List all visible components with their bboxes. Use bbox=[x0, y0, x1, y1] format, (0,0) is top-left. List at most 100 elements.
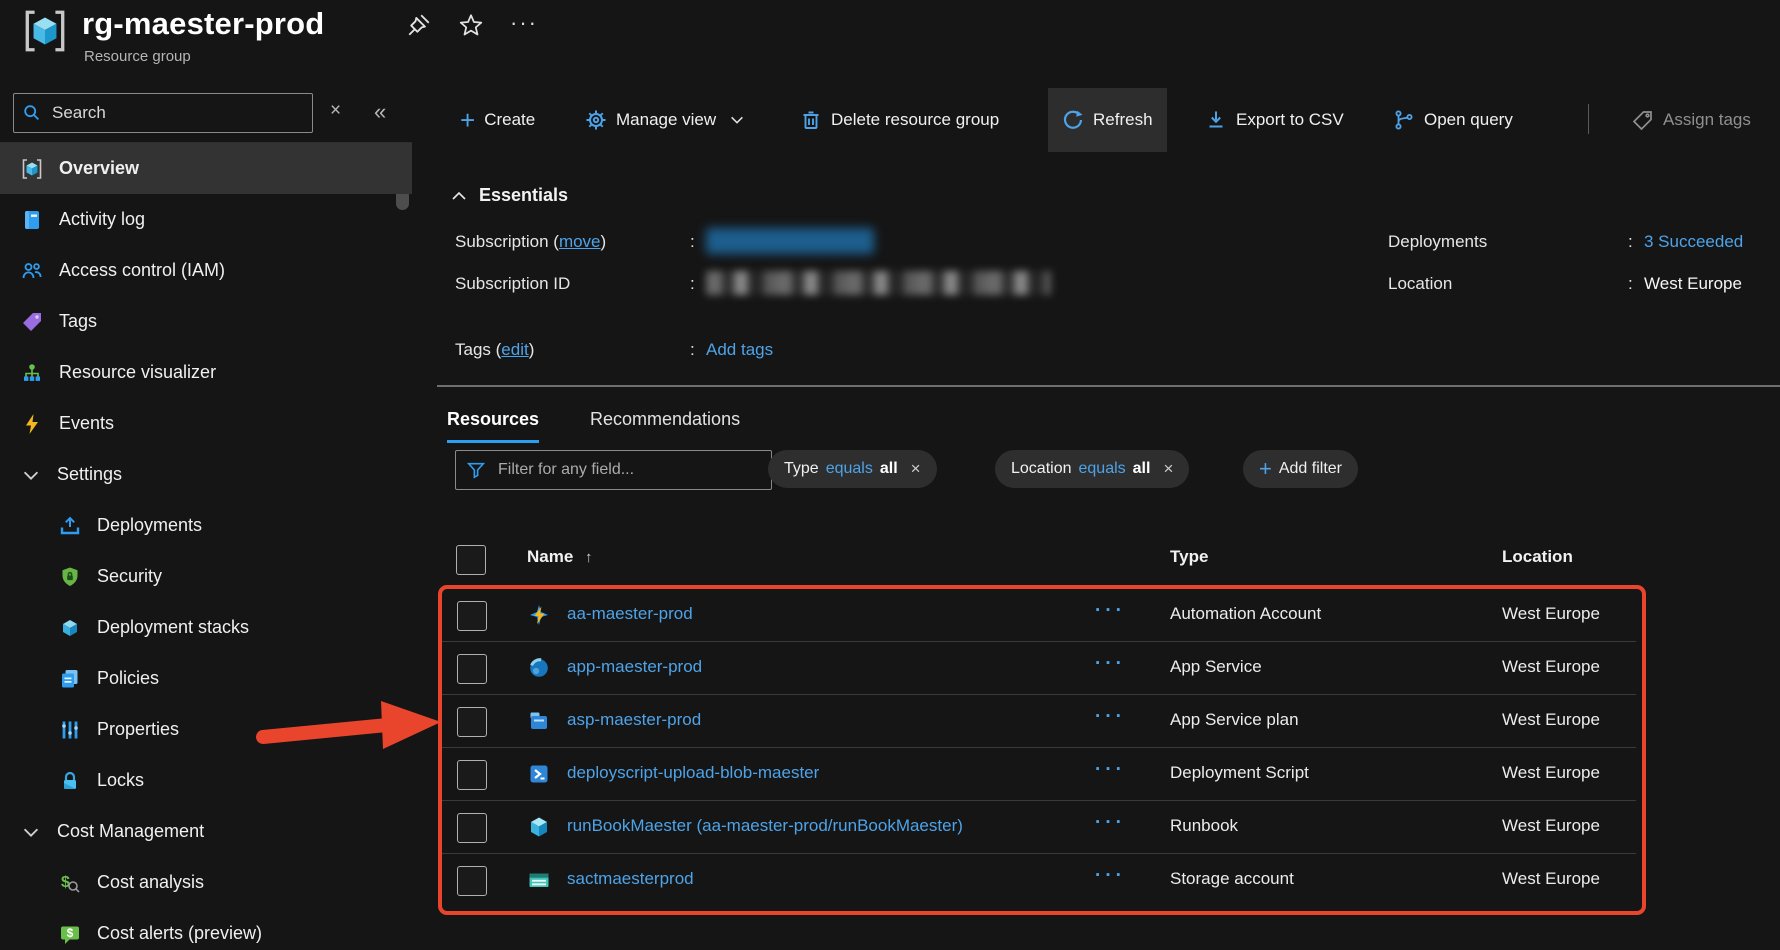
row-checkbox[interactable] bbox=[457, 813, 487, 843]
filter-field[interactable] bbox=[455, 450, 772, 490]
policies-icon bbox=[58, 667, 82, 691]
add-tags-link[interactable]: Add tags bbox=[706, 340, 773, 360]
security-icon bbox=[58, 565, 82, 589]
sidebar-menu: Overview Activity log Acc bbox=[0, 142, 412, 950]
sidebar-item-locks[interactable]: Locks bbox=[0, 755, 412, 806]
sidebar-item-access-control[interactable]: Access control (IAM) bbox=[0, 245, 412, 296]
move-link[interactable]: move bbox=[559, 232, 601, 251]
tab-resources[interactable]: Resources bbox=[447, 398, 539, 443]
chevron-up-icon bbox=[450, 188, 468, 204]
sidebar-item-properties[interactable]: Properties bbox=[0, 704, 412, 755]
table-row[interactable]: app-maester-prod ··· App Service West Eu… bbox=[440, 641, 1636, 695]
resource-location: West Europe bbox=[1502, 604, 1600, 624]
sidebar-item-cost-analysis[interactable]: $ Cost analysis bbox=[0, 857, 412, 908]
resource-link[interactable]: aa-maester-prod bbox=[567, 604, 693, 624]
delete-resource-group-button[interactable]: Delete resource group bbox=[800, 88, 999, 152]
row-menu-icon[interactable]: ··· bbox=[1095, 812, 1126, 834]
pin-icon[interactable] bbox=[406, 12, 432, 38]
row-menu-icon[interactable]: ··· bbox=[1095, 759, 1126, 781]
sidebar-item-security[interactable]: Security bbox=[0, 551, 412, 602]
star-icon[interactable] bbox=[458, 12, 484, 38]
table-row[interactable]: asp-maester-prod ··· App Service plan We… bbox=[440, 694, 1636, 748]
remove-filter-icon[interactable]: × bbox=[1163, 459, 1173, 479]
assign-tags-button[interactable]: Assign tags bbox=[1632, 88, 1751, 152]
add-filter-button[interactable]: + Add filter bbox=[1243, 450, 1358, 488]
row-checkbox[interactable] bbox=[457, 760, 487, 790]
export-to-csv-button[interactable]: Export to CSV bbox=[1205, 88, 1344, 152]
row-menu-icon[interactable]: ··· bbox=[1095, 865, 1126, 887]
table-row[interactable]: aa-maester-prod ··· Automation Account W… bbox=[440, 588, 1636, 642]
filter-input[interactable] bbox=[496, 460, 761, 480]
locks-icon bbox=[58, 769, 82, 793]
sidebar-item-label: Resource visualizer bbox=[59, 362, 216, 383]
subscription-label: Subscription (move) bbox=[455, 232, 606, 252]
colon: : bbox=[690, 232, 695, 252]
select-all-checkbox[interactable] bbox=[456, 545, 486, 575]
app-service-plan-icon bbox=[528, 710, 550, 732]
row-menu-icon[interactable]: ··· bbox=[1095, 706, 1126, 728]
sidebar-item-overview[interactable]: Overview bbox=[0, 143, 412, 194]
row-menu-icon[interactable]: ··· bbox=[1095, 653, 1126, 675]
search-input[interactable] bbox=[50, 102, 304, 124]
sidebar-item-activity-log[interactable]: Activity log bbox=[0, 194, 412, 245]
resource-location: West Europe bbox=[1502, 816, 1600, 836]
column-header-location[interactable]: Location bbox=[1502, 547, 1573, 567]
row-checkbox[interactable] bbox=[457, 866, 487, 896]
resource-link[interactable]: asp-maester-prod bbox=[567, 710, 701, 730]
essentials-toggle[interactable]: Essentials bbox=[450, 185, 568, 206]
sidebar-item-label: Overview bbox=[59, 158, 139, 179]
deployments-succeeded-link[interactable]: 3 Succeeded bbox=[1644, 232, 1743, 252]
manage-view-button[interactable]: Manage view bbox=[585, 88, 745, 152]
resource-type: Deployment Script bbox=[1170, 763, 1309, 783]
sidebar-group-settings[interactable]: Settings bbox=[0, 449, 412, 500]
sidebar-group-cost-management[interactable]: Cost Management bbox=[0, 806, 412, 857]
sidebar-search[interactable] bbox=[13, 93, 313, 133]
refresh-button[interactable]: Refresh bbox=[1048, 88, 1167, 152]
chevron-down-icon bbox=[20, 821, 42, 843]
row-checkbox[interactable] bbox=[457, 654, 487, 684]
sidebar-item-tags[interactable]: Tags bbox=[0, 296, 412, 347]
colon: : bbox=[690, 340, 695, 360]
open-query-button[interactable]: Open query bbox=[1393, 88, 1513, 152]
more-icon[interactable]: ··· bbox=[510, 18, 538, 28]
resource-link[interactable]: app-maester-prod bbox=[567, 657, 702, 677]
filter-pill-type[interactable]: Type equals all × bbox=[768, 450, 937, 488]
subscription-id-label: Subscription ID bbox=[455, 274, 570, 294]
activity-log-icon bbox=[20, 208, 44, 232]
sidebar-item-policies[interactable]: Policies bbox=[0, 653, 412, 704]
search-clear-icon[interactable]: × bbox=[330, 100, 341, 122]
remove-filter-icon[interactable]: × bbox=[911, 459, 921, 479]
table-row[interactable]: runBookMaester (aa-maester-prod/runBookM… bbox=[440, 800, 1636, 854]
filter-pill-location[interactable]: Location equals all × bbox=[995, 450, 1189, 488]
row-menu-icon[interactable]: ··· bbox=[1095, 600, 1126, 622]
page-subtitle: Resource group bbox=[84, 48, 191, 65]
row-checkbox[interactable] bbox=[457, 601, 487, 631]
sidebar-item-label: Locks bbox=[97, 770, 144, 791]
sidebar-item-label: Tags bbox=[59, 311, 97, 332]
table-row[interactable]: sactmaesterprod ··· Storage account West… bbox=[440, 853, 1636, 907]
sidebar-item-label: Properties bbox=[97, 719, 179, 740]
plus-icon: + bbox=[1259, 459, 1272, 479]
column-header-name[interactable]: Name ↑ bbox=[527, 547, 593, 567]
sidebar-item-events[interactable]: Events bbox=[0, 398, 412, 449]
sidebar-item-label: Deployments bbox=[97, 515, 202, 536]
tab-recommendations[interactable]: Recommendations bbox=[590, 398, 740, 440]
sidebar-item-resource-visualizer[interactable]: Resource visualizer bbox=[0, 347, 412, 398]
table-row[interactable]: deployscript-upload-blob-maester ··· Dep… bbox=[440, 747, 1636, 801]
plus-icon: + bbox=[460, 110, 475, 130]
events-icon bbox=[20, 412, 44, 436]
sidebar-item-cost-alerts[interactable]: $ Cost alerts (preview) bbox=[0, 908, 412, 950]
create-button[interactable]: + Create bbox=[460, 88, 535, 152]
sidebar-item-deployments[interactable]: Deployments bbox=[0, 500, 412, 551]
edit-tags-link[interactable]: edit bbox=[501, 340, 528, 359]
resource-link[interactable]: sactmaesterprod bbox=[567, 869, 694, 889]
sidebar-item-deployment-stacks[interactable]: Deployment stacks bbox=[0, 602, 412, 653]
table-header: Name ↑ Type Location bbox=[437, 535, 1780, 585]
row-checkbox[interactable] bbox=[457, 707, 487, 737]
column-header-type[interactable]: Type bbox=[1170, 547, 1208, 567]
resource-link[interactable]: deployscript-upload-blob-maester bbox=[567, 763, 819, 783]
resource-link[interactable]: runBookMaester (aa-maester-prod/runBookM… bbox=[567, 816, 963, 836]
resource-location: West Europe bbox=[1502, 763, 1600, 783]
sidebar-item-label: Policies bbox=[97, 668, 159, 689]
sidebar-collapse-icon[interactable]: « bbox=[374, 99, 386, 125]
